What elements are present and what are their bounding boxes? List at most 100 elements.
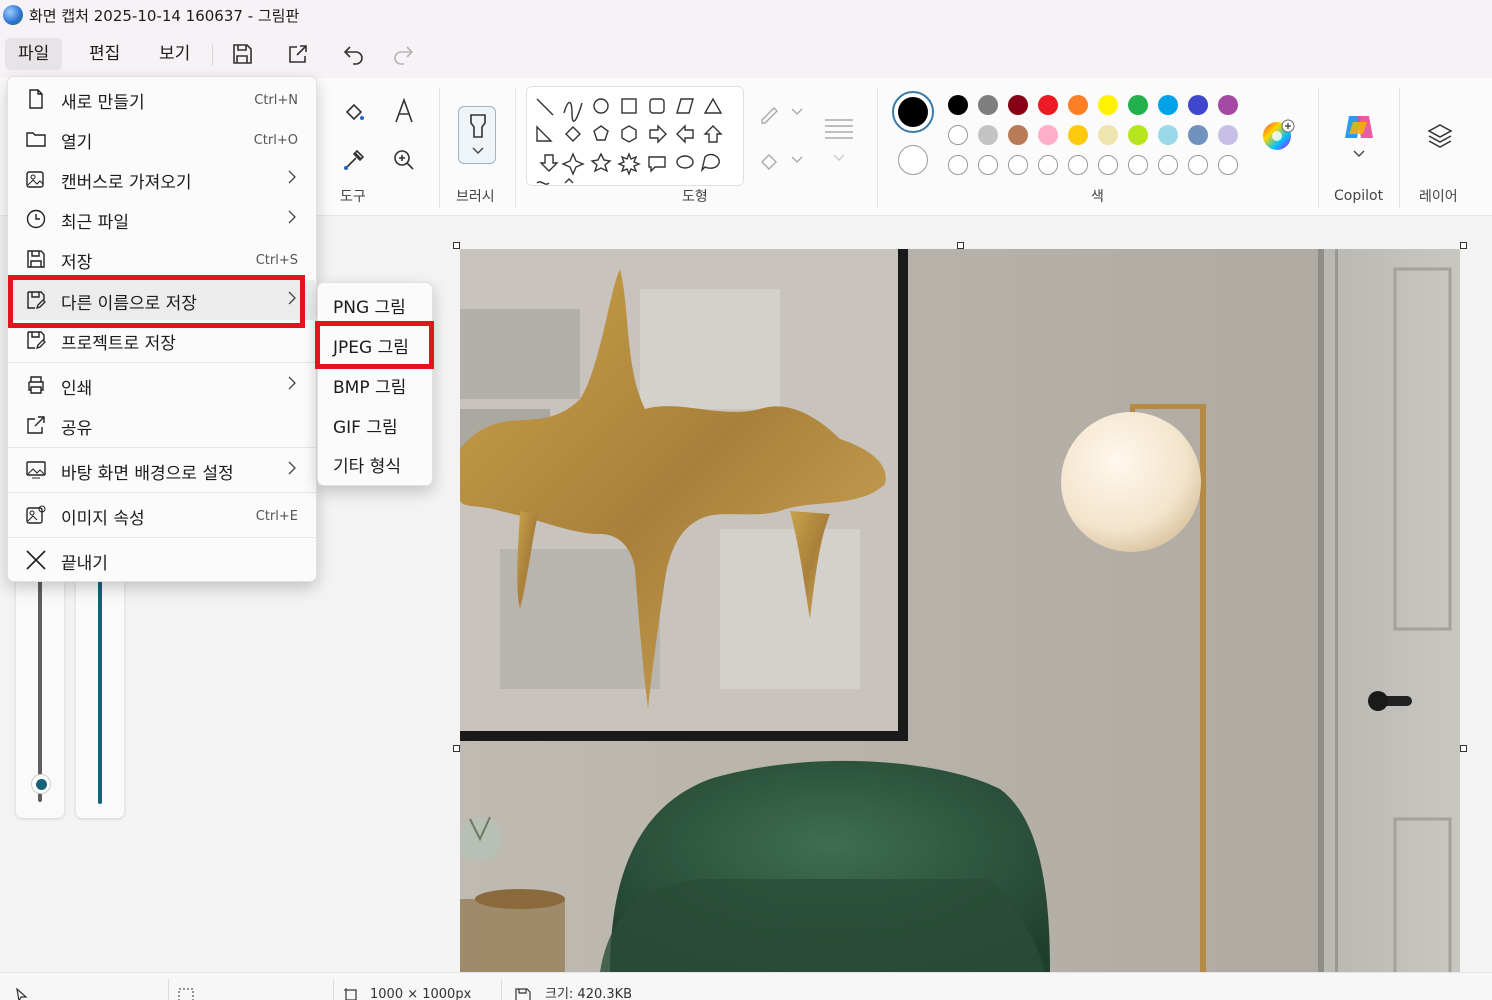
custom-color-slot[interactable] [1098, 155, 1118, 175]
line-thickness-icon[interactable] [823, 116, 855, 142]
chevron-down-icon[interactable] [833, 154, 845, 162]
copilot-icon[interactable] [1343, 112, 1375, 142]
share-icon[interactable] [286, 42, 310, 66]
menu-item-image-properties[interactable]: 이미지 속성 Ctrl+E [8, 495, 316, 535]
menu-item-import-to-canvas[interactable]: 캔버스로 가져오기 [8, 159, 316, 199]
chevron-down-icon[interactable] [1353, 150, 1365, 158]
color-swatch[interactable] [1218, 95, 1238, 115]
color-swatch[interactable] [1158, 125, 1178, 145]
shapes-group-label: 도형 [682, 189, 708, 205]
color-swatch[interactable] [948, 95, 968, 115]
menu-item-open[interactable]: 열기 Ctrl+O [8, 119, 316, 159]
color-swatch[interactable] [1038, 125, 1058, 145]
canvas-image[interactable] [460, 249, 1460, 972]
outline-icon[interactable] [758, 102, 782, 124]
shapes-gallery[interactable] [526, 86, 744, 186]
shortcut-text: Ctrl+E [255, 509, 298, 524]
color-swatch[interactable] [1068, 125, 1088, 145]
layers-icon[interactable] [1426, 122, 1454, 150]
color-swatch[interactable] [978, 95, 998, 115]
share-icon [27, 416, 45, 434]
color-swatch[interactable] [1098, 125, 1118, 145]
highlight-save-as [8, 275, 305, 328]
secondary-color-swatch[interactable] [898, 145, 928, 175]
file-menu-dropdown: 새로 만들기 Ctrl+N 열기 Ctrl+O 캔버스로 가져오기 최근 파일 … [7, 76, 317, 582]
custom-color-slot[interactable] [948, 155, 968, 175]
chevron-down-icon[interactable] [791, 156, 803, 164]
resize-handle[interactable] [957, 242, 964, 249]
resize-handle[interactable] [1460, 242, 1467, 249]
color-swatch[interactable] [1128, 95, 1148, 115]
wallpaper-icon [26, 461, 46, 479]
color-swatch[interactable] [1068, 95, 1088, 115]
menu-item-share[interactable]: 공유 [8, 405, 316, 445]
resize-handle[interactable] [453, 745, 460, 752]
primary-color-ring[interactable] [892, 91, 934, 133]
new-file-icon [29, 89, 43, 109]
menu-item-print[interactable]: 인쇄 [8, 365, 316, 405]
custom-color-slot[interactable] [1158, 155, 1178, 175]
menu-item-set-wallpaper[interactable]: 바탕 화면 배경으로 설정 [8, 450, 316, 490]
color-swatch[interactable] [1188, 125, 1208, 145]
color-swatch[interactable] [1128, 125, 1148, 145]
custom-color-slot[interactable] [1038, 155, 1058, 175]
menu-divider [8, 492, 316, 493]
color-swatch[interactable] [1038, 95, 1058, 115]
shortcut-text: Ctrl+O [253, 133, 298, 148]
custom-color-slot[interactable] [978, 155, 998, 175]
canvas-size-icon [344, 988, 357, 1000]
submenu-item-bmp[interactable]: BMP 그림 [333, 373, 406, 398]
color-swatch[interactable] [1008, 125, 1028, 145]
save-icon [515, 988, 531, 1000]
submenu-item-other-formats[interactable]: 기타 형식 [333, 452, 401, 477]
close-icon [26, 550, 46, 570]
size-slider-thumb[interactable] [31, 774, 51, 794]
text-tool-icon[interactable] [392, 98, 416, 124]
undo-icon[interactable] [342, 42, 366, 66]
ribbon-divider [1318, 88, 1319, 208]
menu-item-new[interactable]: 새로 만들기 Ctrl+N [8, 79, 316, 119]
custom-color-slot[interactable] [1008, 155, 1028, 175]
color-swatch[interactable] [1008, 95, 1028, 115]
edit-menu-button[interactable]: 편집 [76, 38, 133, 70]
color-swatch[interactable] [948, 125, 968, 145]
brush-group-label: 브러시 [456, 189, 495, 205]
resize-handle[interactable] [453, 242, 460, 249]
resize-handle[interactable] [1460, 745, 1467, 752]
color-picker-icon[interactable] [342, 148, 366, 172]
menu-item-save[interactable]: 저장 Ctrl+S [8, 239, 316, 279]
color-swatch[interactable] [978, 125, 998, 145]
size-slider-track[interactable] [38, 580, 42, 802]
status-bar: 1000 × 1000px 크기: 420.3KB [0, 972, 1492, 1000]
menu-item-recent-files[interactable]: 최근 파일 [8, 199, 316, 239]
edit-colors-icon[interactable] [1261, 118, 1295, 152]
chevron-down-icon[interactable] [791, 108, 803, 116]
save-icon[interactable] [230, 42, 254, 66]
ribbon-divider [877, 88, 878, 208]
custom-color-slot[interactable] [1218, 155, 1238, 175]
color-swatch[interactable] [1188, 95, 1208, 115]
custom-color-slot[interactable] [1128, 155, 1148, 175]
image-properties-icon [26, 505, 46, 524]
color-swatch[interactable] [1158, 95, 1178, 115]
fill-icon[interactable] [758, 150, 782, 172]
paint-app-icon [3, 5, 23, 25]
submenu-item-gif[interactable]: GIF 그림 [333, 413, 398, 438]
view-menu-button[interactable]: 보기 [146, 38, 203, 70]
window-title: 화면 캡처 2025-10-14 160637 - 그림판 [29, 7, 300, 25]
colors-group-label: 색 [1091, 189, 1104, 205]
custom-color-slot[interactable] [1188, 155, 1208, 175]
custom-color-slot[interactable] [1068, 155, 1088, 175]
fill-bucket-icon[interactable] [342, 100, 366, 124]
color-swatch[interactable] [1098, 95, 1118, 115]
menu-item-exit[interactable]: 끝내기 [8, 540, 316, 580]
chevron-right-icon [288, 461, 296, 475]
file-menu-button[interactable]: 파일 [5, 38, 63, 70]
opacity-slider-track[interactable] [98, 580, 102, 804]
brush-selector[interactable] [458, 106, 496, 164]
color-swatch[interactable] [1218, 125, 1238, 145]
redo-icon[interactable] [391, 42, 415, 66]
chevron-down-icon [472, 147, 484, 154]
magnifier-icon[interactable] [392, 148, 416, 172]
submenu-item-png[interactable]: PNG 그림 [333, 293, 406, 318]
